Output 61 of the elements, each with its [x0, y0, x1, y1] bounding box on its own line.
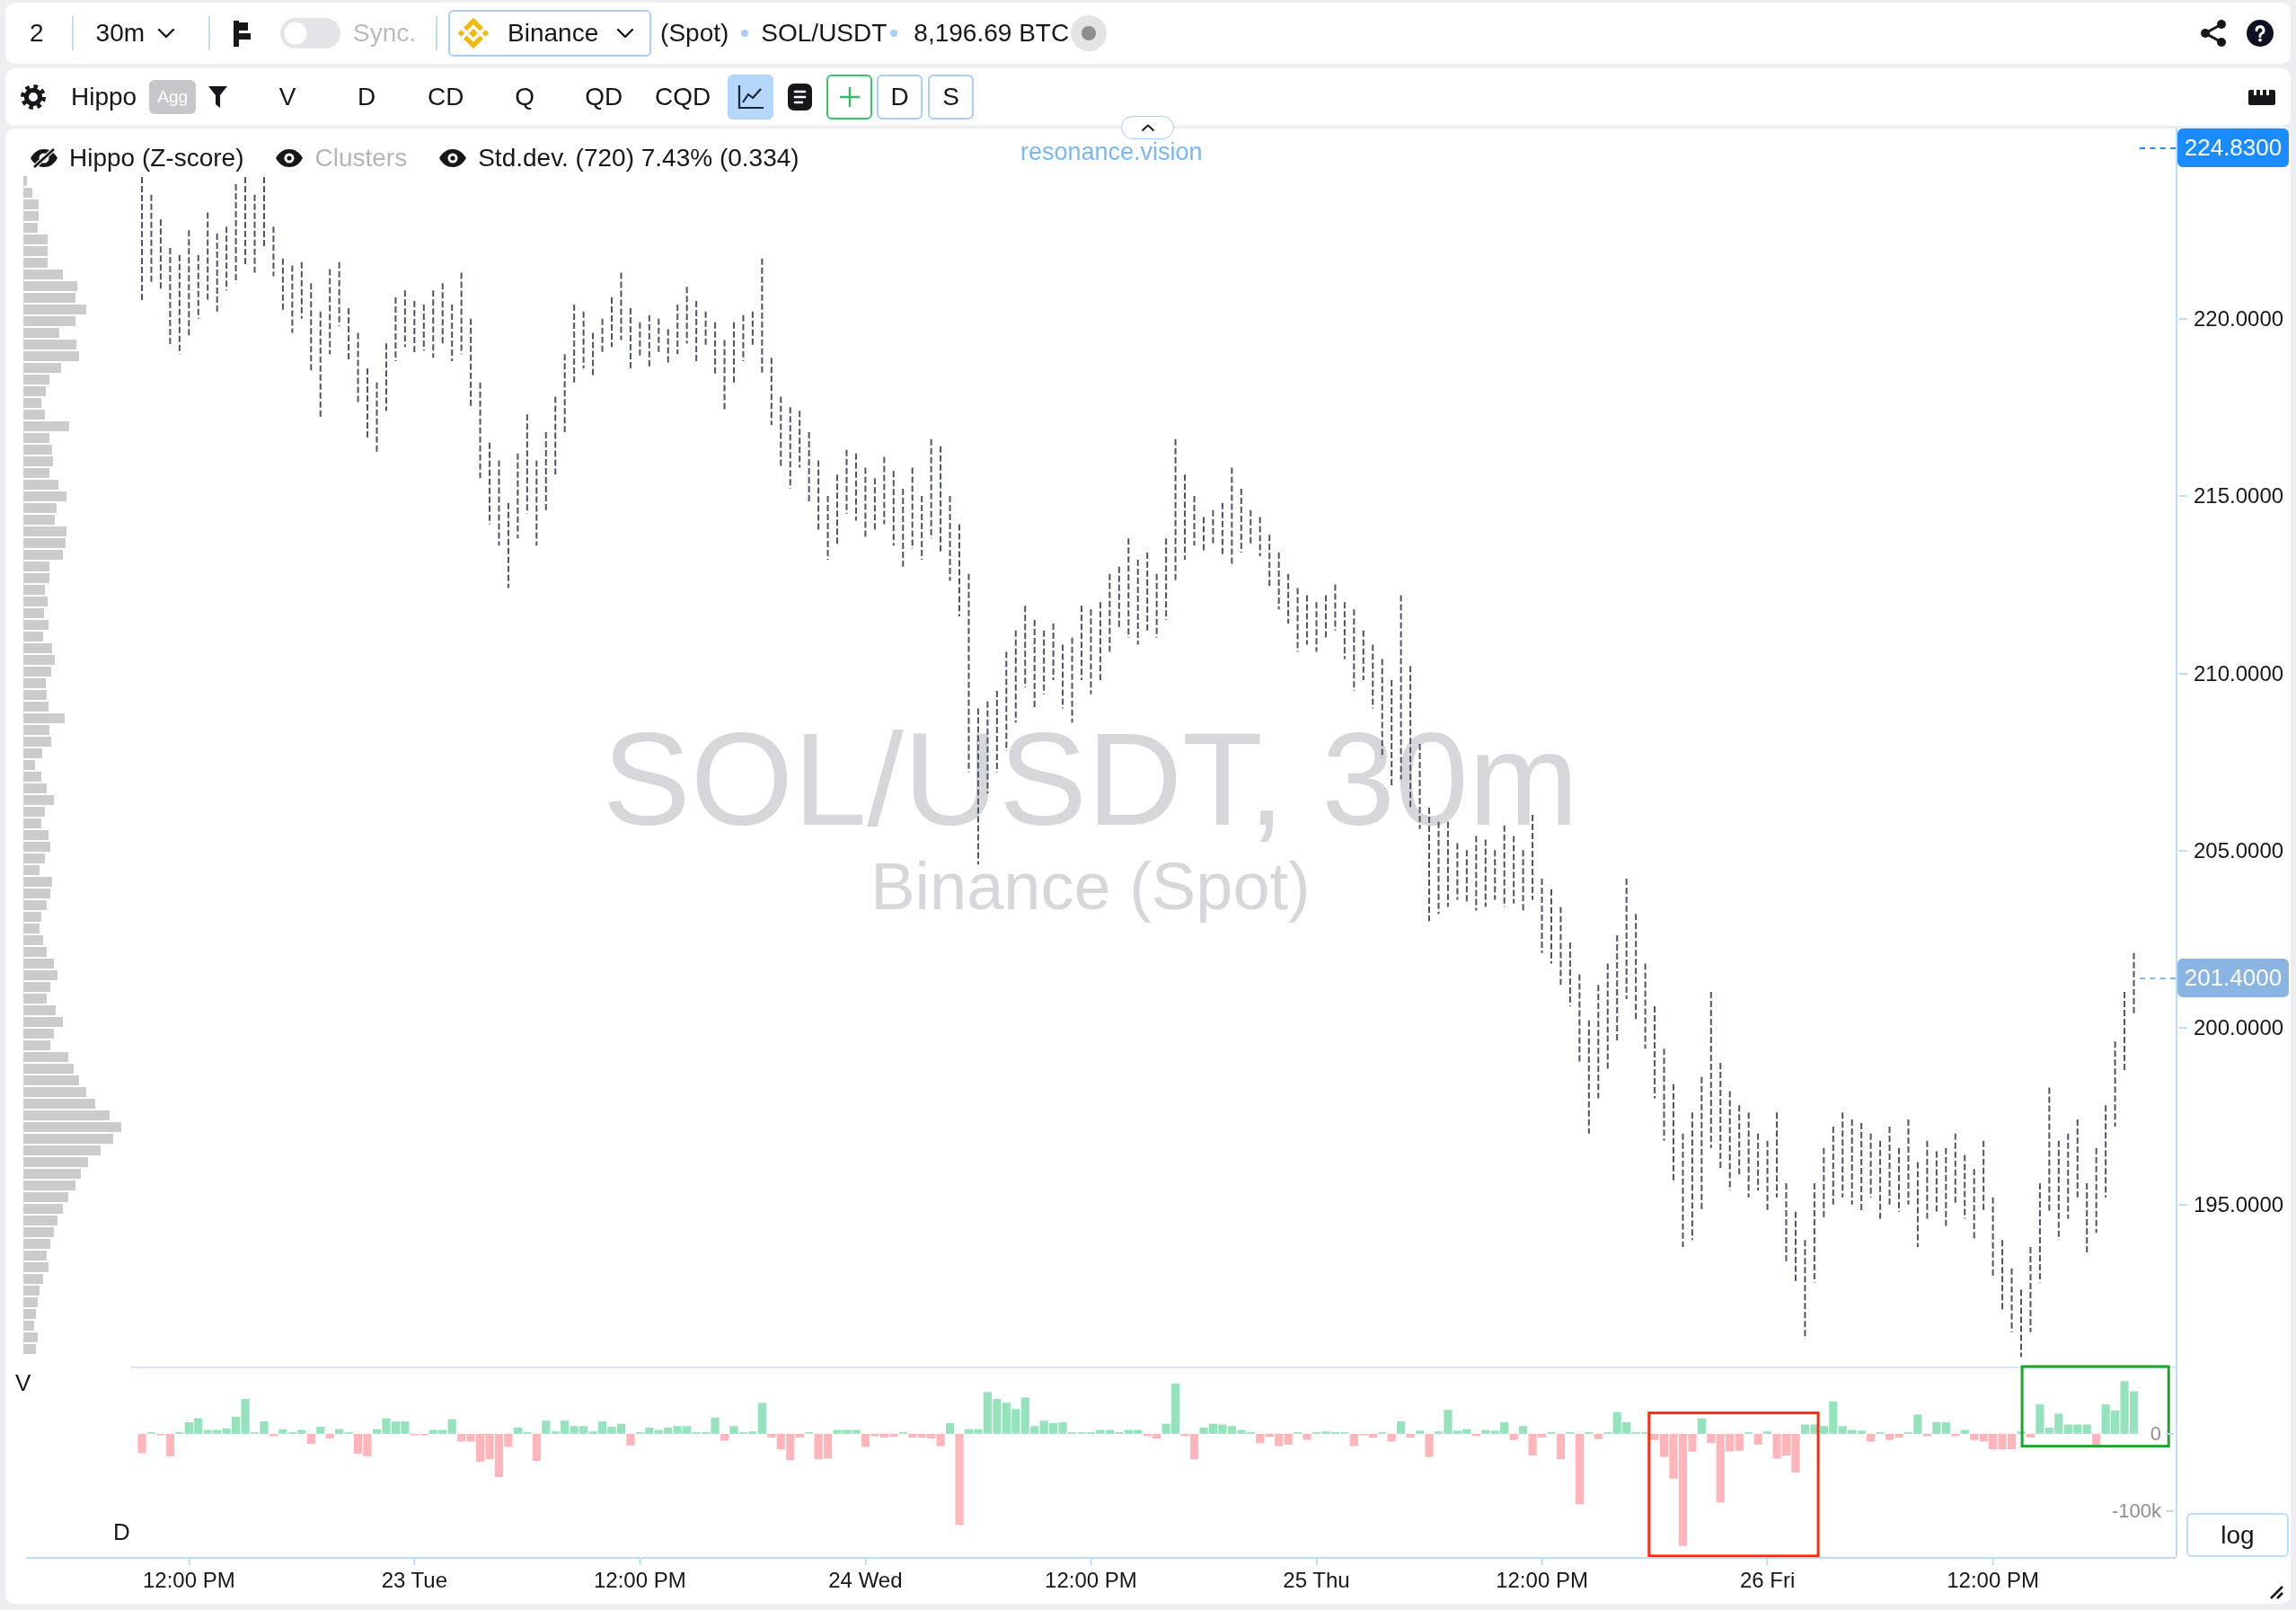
delta-bar [993, 1399, 1002, 1434]
series-toggle-button[interactable]: D [327, 75, 407, 119]
line-chart-button[interactable] [728, 75, 774, 119]
aggregation-tag: Agg [149, 80, 197, 114]
series-toggle-button[interactable]: QD [564, 75, 644, 119]
dot-icon [890, 30, 898, 37]
series-toggle-button[interactable]: Q [485, 75, 565, 119]
resize-handle-icon[interactable] [2270, 1586, 2283, 1599]
dot-icon [741, 30, 749, 37]
series-toggle-button[interactable]: CD [406, 75, 486, 119]
log-scale-button[interactable]: log [2186, 1513, 2289, 1557]
diamond-logo-icon [457, 17, 490, 49]
volume-label: 8,196.69 BTC [914, 18, 1070, 49]
legend-label: Hippo (Z-score) [69, 143, 244, 173]
legend-label: Clusters [314, 143, 408, 173]
chevron-down-icon [157, 28, 176, 39]
collapse-button[interactable] [1121, 116, 1174, 139]
price-label-badge: 201.4000 [2177, 959, 2289, 998]
legend-label: Std.dev. (720) 7.43% (0.334) [478, 143, 799, 173]
price-label-badge: 224.8300 [2177, 128, 2289, 168]
price-level-line [2140, 146, 2176, 149]
panel-button[interactable]: D [877, 75, 923, 119]
delta-bar [391, 1421, 400, 1434]
ruler-icon[interactable] [2248, 89, 2275, 105]
delta-bar [2129, 1391, 2139, 1434]
delta-bar [1810, 1424, 1819, 1434]
chevron-up-icon [1140, 123, 1155, 132]
filter-icon[interactable] [208, 86, 228, 108]
delta-bar [673, 1426, 682, 1434]
delta-bar [1049, 1422, 1058, 1434]
brand-label: resonance.vision [1020, 139, 1203, 164]
indicator-label[interactable]: Hippo [71, 78, 137, 116]
notes-icon[interactable] [788, 84, 813, 111]
settings-icon[interactable] [21, 84, 46, 110]
share-icon[interactable] [2201, 20, 2226, 47]
exchange-dropdown[interactable]: Binance [448, 10, 652, 57]
eye-slash-icon[interactable] [30, 148, 58, 168]
delta-bar [2073, 1424, 2082, 1434]
line-chart-icon [737, 84, 764, 110]
sync-label: Sync. [353, 18, 417, 49]
layout-count[interactable]: 2 [30, 14, 44, 52]
series-toggle-button[interactable]: V [248, 75, 328, 119]
delta-bar [2082, 1424, 2091, 1434]
plus-icon [839, 87, 860, 107]
delta-bar [1002, 1402, 1011, 1434]
help-icon[interactable] [2247, 20, 2274, 47]
panel-button[interactable]: S [928, 75, 975, 119]
market-label: (Spot) [660, 18, 729, 49]
pane-label: D [113, 1518, 130, 1545]
blocks-icon[interactable] [234, 20, 252, 47]
delta-bar [1218, 1424, 1227, 1434]
price-level-line [2140, 977, 2176, 979]
delta-bar [1998, 1433, 2007, 1450]
pane-label: V [15, 1369, 31, 1396]
sync-toggle[interactable] [280, 18, 341, 49]
series-toggle-button[interactable]: CQD [643, 75, 723, 119]
chevron-down-icon [616, 28, 635, 39]
interval-dropdown[interactable]: 30m [95, 21, 176, 46]
eye-icon[interactable] [438, 148, 468, 168]
status-dot-icon [1071, 15, 1108, 51]
pair-label: SOL/USDT [761, 18, 887, 49]
